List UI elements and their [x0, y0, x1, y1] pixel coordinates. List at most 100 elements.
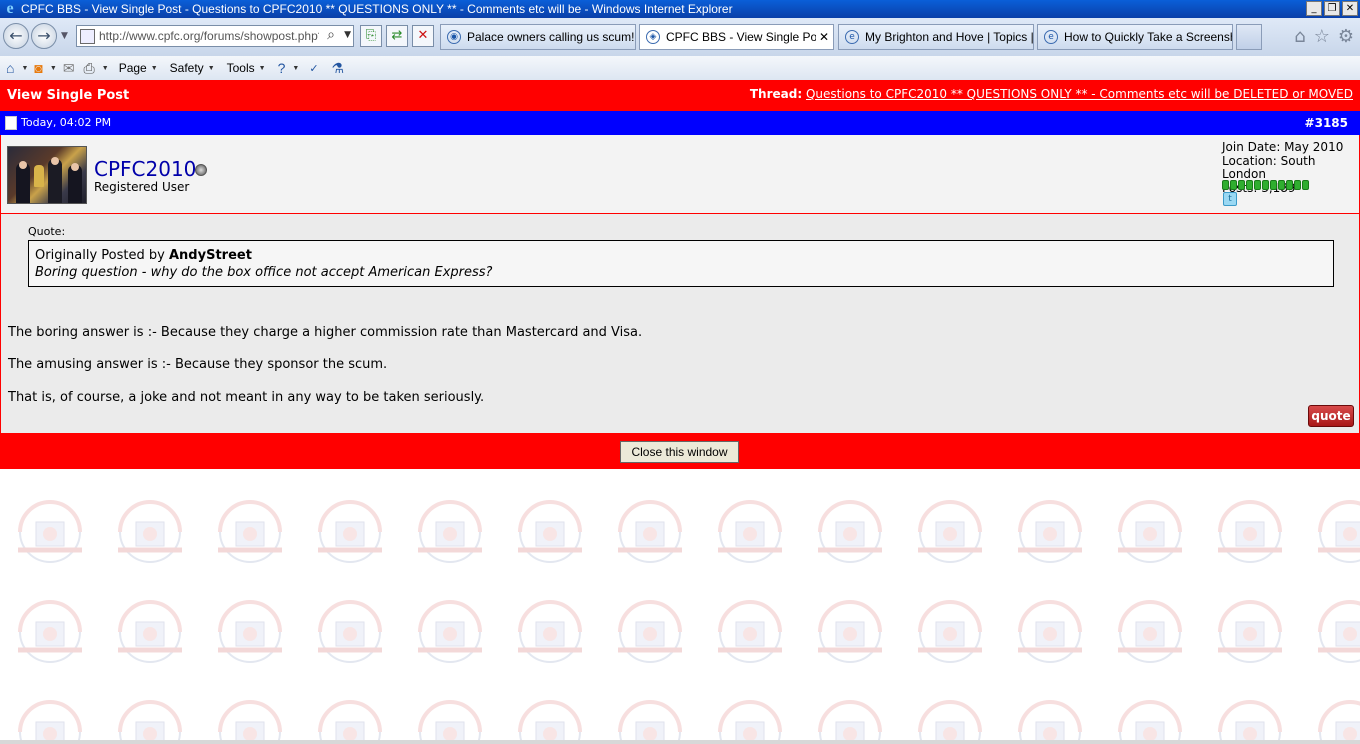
research-command[interactable]: ⚗	[332, 60, 348, 77]
stop-button[interactable]: ✕	[412, 25, 434, 47]
feeds-command[interactable]: ◙ ▼	[34, 60, 56, 76]
safety-menu-label: Safety	[169, 61, 204, 75]
address-input[interactable]: http://www.cpfc.org/forums/showpost.php?…	[99, 29, 319, 43]
location: Location: South London	[1222, 153, 1316, 181]
post-container: CPFC2010 Registered User Join Date: May …	[0, 135, 1360, 434]
reputation-pip	[1254, 180, 1261, 190]
page-menu[interactable]: Page ▼	[119, 61, 158, 75]
status-bar	[0, 740, 1360, 744]
twitter-icon[interactable]: t	[1223, 192, 1237, 206]
window-controls: _ ❐ ✕	[1306, 1, 1358, 16]
safety-menu[interactable]: Safety ▼	[170, 61, 215, 75]
browser-navbar: ← → ▼ http://www.cpfc.org/forums/showpos…	[0, 18, 1360, 56]
post-body-line: That is, of course, a joke and not meant…	[8, 390, 485, 405]
back-button[interactable]: ←	[3, 23, 29, 49]
post-body-line: The boring answer is :- Because they cha…	[8, 325, 643, 340]
reputation-pip	[1238, 180, 1245, 190]
right-nav-icons: ⌂ ☆ ⚙	[1294, 26, 1354, 47]
page-content: View Single Post Thread: Questions to CP…	[0, 80, 1360, 744]
stop-icon: ✕	[417, 28, 429, 43]
refresh-button[interactable]: ⇄	[386, 25, 408, 47]
forward-button[interactable]: →	[31, 23, 57, 49]
tools-menu[interactable]: Tools ▼	[227, 61, 266, 75]
chevron-down-icon: ▼	[258, 64, 266, 72]
reputation-pip	[1278, 180, 1285, 190]
print-command[interactable]: ⎙ ▼	[84, 60, 109, 77]
spell-check-command[interactable]: ✓	[309, 62, 321, 75]
forward-arrow-icon: →	[37, 26, 51, 45]
ie-favicon-icon: e	[1044, 30, 1058, 44]
quote-box: Originally Posted by AndyStreet Boring q…	[28, 240, 1334, 287]
compatibility-view-button[interactable]: ⎘	[360, 25, 382, 47]
chevron-down-icon: ▼	[292, 64, 300, 72]
tab-label: CPFC BBS - View Single Post ...	[666, 30, 816, 44]
history-dropdown[interactable]: ▼	[61, 31, 68, 41]
quote-author: AndyStreet	[168, 248, 252, 263]
thread-title-link[interactable]: Questions to CPFC2010 ** QUESTIONS ONLY …	[806, 87, 1353, 101]
compatibility-icon: ⎘	[365, 28, 377, 43]
chevron-down-icon: ▼	[21, 64, 29, 72]
minimize-button[interactable]: _	[1306, 1, 1322, 16]
window-titlebar: e CPFC BBS - View Single Post - Question…	[0, 0, 1360, 18]
chevron-down-icon: ▼	[101, 64, 109, 72]
home-icon[interactable]: ⌂	[1294, 26, 1305, 47]
mail-command[interactable]: ✉	[63, 60, 78, 77]
favorites-star-icon[interactable]: ☆	[1314, 26, 1330, 47]
close-window-button[interactable]: ✕	[1342, 1, 1358, 16]
view-single-post-header: View Single Post Thread: Questions to CP…	[0, 80, 1360, 111]
thread-label: Thread:	[749, 87, 803, 101]
cpfc-favicon-icon: ◈	[646, 30, 660, 44]
new-tab-button[interactable]	[1236, 24, 1262, 50]
user-title: Registered User	[94, 180, 190, 194]
reputation-pip	[1262, 180, 1269, 190]
reputation-bar	[1222, 180, 1309, 190]
watermark-pattern	[0, 470, 1360, 744]
tab-view-single-post[interactable]: ◈ CPFC BBS - View Single Post ... ✕	[639, 24, 834, 50]
search-icon[interactable]: ⌕	[327, 27, 335, 43]
username-link[interactable]: CPFC2010	[94, 157, 196, 181]
page-menu-label: Page	[118, 61, 147, 75]
close-this-window-button[interactable]: Close this window	[620, 441, 739, 463]
quote-posted-by: Originally Posted by	[35, 248, 165, 263]
reputation-pip	[1230, 180, 1237, 190]
reputation-pip	[1286, 180, 1293, 190]
research-icon: ⚗	[331, 59, 345, 76]
seagull-favicon-icon: ◉	[447, 30, 461, 44]
mail-icon: ✉	[62, 59, 75, 76]
reputation-pip	[1302, 180, 1309, 190]
help-command[interactable]: ? ▼	[278, 60, 300, 76]
refresh-icon: ⇄	[391, 28, 403, 43]
post-document-icon	[5, 116, 17, 130]
post-number-link[interactable]: #3185	[1305, 116, 1348, 130]
site-favicon-icon	[80, 29, 95, 44]
home-command[interactable]: ⌂ ▼	[6, 60, 28, 76]
address-bar[interactable]: http://www.cpfc.org/forums/showpost.php?…	[76, 25, 354, 47]
tab-palace-owners[interactable]: ◉ Palace owners calling us scum!	[440, 24, 636, 50]
post-date-bar: Today, 04:02 PM #3185	[0, 111, 1360, 135]
spell-check-icon: ✓	[309, 62, 319, 75]
tab-label: Palace owners calling us scum!	[467, 30, 635, 44]
quote-button[interactable]: quote	[1308, 405, 1354, 427]
thread-info: Thread: Questions to CPFC2010 ** QUESTIO…	[750, 87, 1353, 101]
chevron-down-icon: ▼	[150, 64, 158, 72]
tab-screenshot[interactable]: e How to Quickly Take a Screensh...	[1037, 24, 1233, 50]
post-body-line: The amusing answer is :- Because they sp…	[8, 357, 388, 372]
rss-icon: ◙	[34, 60, 43, 76]
tab-label: How to Quickly Take a Screensh...	[1064, 30, 1232, 44]
chevron-down-icon: ▼	[49, 64, 57, 72]
settings-gear-icon[interactable]: ⚙	[1338, 26, 1354, 47]
reputation-pip	[1222, 180, 1229, 190]
avatar[interactable]	[7, 146, 87, 204]
page-title: View Single Post	[7, 88, 130, 103]
ie-logo-icon: e	[6, 0, 14, 17]
quote-label: Quote:	[28, 225, 66, 238]
maximize-button[interactable]: ❐	[1324, 1, 1340, 16]
home-icon: ⌂	[6, 60, 15, 76]
tab-close-icon[interactable]: ✕	[819, 30, 829, 44]
reputation-pip	[1270, 180, 1277, 190]
offline-status-icon	[195, 164, 207, 176]
window-title: CPFC BBS - View Single Post - Questions …	[21, 2, 733, 16]
tab-my-brighton[interactable]: e My Brighton and Hove | Topics |...	[838, 24, 1034, 50]
address-dropdown[interactable]: ▼	[344, 30, 351, 40]
ie-favicon-icon: e	[845, 30, 859, 44]
